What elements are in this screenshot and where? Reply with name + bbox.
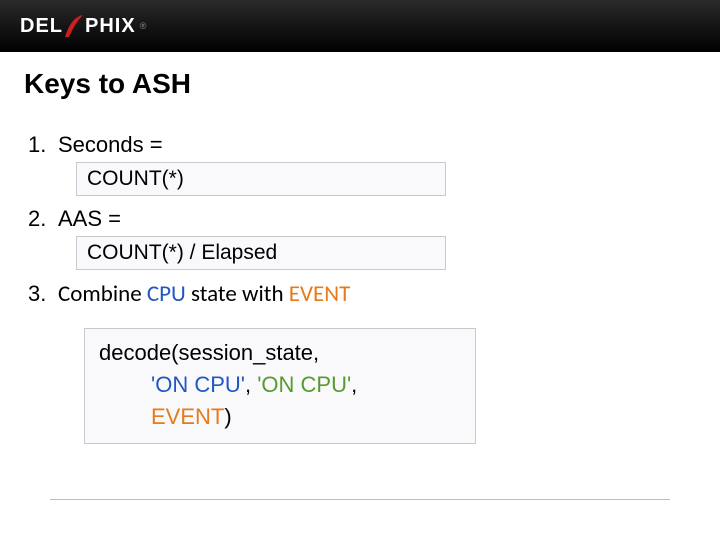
text-fragment: , xyxy=(351,372,357,397)
list-label: Seconds = xyxy=(58,132,163,158)
logo-text-prefix: DEL xyxy=(20,15,63,38)
slide-content: 1. Seconds = COUNT(*) 2. AAS = COUNT(*) … xyxy=(0,110,720,444)
registered-mark-icon: ® xyxy=(140,21,147,31)
event-keyword: EVENT xyxy=(289,280,351,308)
cpu-output: 'ON CPU' xyxy=(257,372,351,397)
slide-title: Keys to ASH xyxy=(0,52,720,110)
decode-code-box: decode(session_state, 'ON CPU', 'ON CPU'… xyxy=(84,328,476,444)
list-number: 2. xyxy=(28,206,58,232)
brand-logo: DEL PHIX ® xyxy=(20,13,146,39)
cpu-literal: 'ON CPU' xyxy=(151,372,245,397)
slide-header: DEL PHIX ® xyxy=(0,0,720,52)
list-number: 1. xyxy=(28,132,58,158)
event-keyword: EVENT xyxy=(151,404,224,429)
list-item-2: 2. AAS = xyxy=(28,206,720,232)
text-fragment: , xyxy=(245,372,257,397)
list-label: AAS = xyxy=(58,206,121,232)
list-item-3: 3. Combine CPU state with EVENT xyxy=(28,280,720,308)
text-fragment: ) xyxy=(224,404,231,429)
logo-text-suffix: PHIX xyxy=(85,15,136,38)
list-number: 3. xyxy=(28,281,58,307)
code-box-2: COUNT(*) / Elapsed xyxy=(76,236,446,270)
list-label: Combine CPU state with EVENT xyxy=(58,280,350,308)
code-box-1: COUNT(*) xyxy=(76,162,446,196)
text-fragment: Combine xyxy=(58,280,147,308)
code-line-1: decode(session_state, xyxy=(99,337,461,369)
footer-divider xyxy=(50,499,670,500)
logo-swoosh-icon xyxy=(63,13,85,39)
cpu-keyword: CPU xyxy=(147,280,186,308)
text-fragment: state with xyxy=(186,280,289,308)
code-line-3: EVENT) xyxy=(99,401,461,433)
code-line-2: 'ON CPU', 'ON CPU', xyxy=(99,369,461,401)
list-item-1: 1. Seconds = xyxy=(28,132,720,158)
